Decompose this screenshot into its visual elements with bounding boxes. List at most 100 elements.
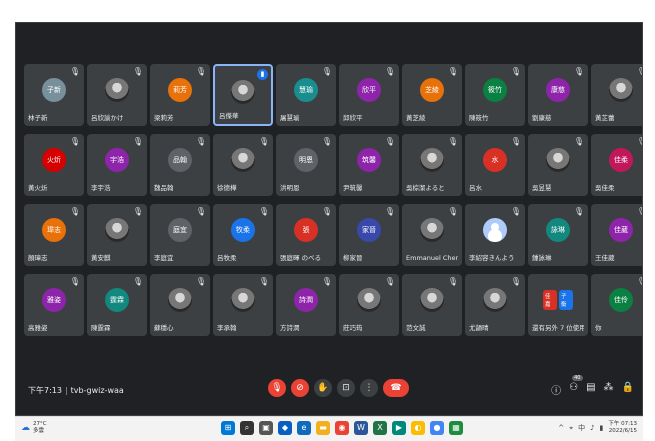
participant-name: 黃芷蕾 bbox=[595, 114, 615, 122]
participant-tile[interactable]: 佳嘉子衡還有另外 7 位使用者 bbox=[528, 274, 588, 336]
raise-hand-icon[interactable]: ✋ bbox=[314, 379, 332, 397]
info-icon[interactable]: ⓘ bbox=[551, 382, 561, 397]
participant-tile[interactable]: 🎙 家晉 柳家晉 bbox=[339, 204, 399, 266]
file-explorer-icon[interactable]: ▬ bbox=[316, 421, 330, 435]
present-icon[interactable]: ⊡ bbox=[337, 379, 355, 397]
participant-tile[interactable]: 🎙 佳伶你 bbox=[591, 274, 642, 336]
system-tray: ^ ⌖ 中 ♪ ▮ 下午 07:13 2022/6/15 bbox=[558, 421, 637, 435]
mic-muted-icon: 🎙 bbox=[321, 207, 332, 216]
mic-muted-icon: 🎙 bbox=[573, 67, 584, 76]
participant-tile[interactable]: 🎙 詩潤 方詩潤 bbox=[276, 274, 336, 336]
participant-tile[interactable]: 🎙 康慈 劉康慈 bbox=[528, 64, 588, 126]
language-icon[interactable]: 中 bbox=[578, 423, 585, 433]
avatar: 佳葳 bbox=[609, 218, 633, 242]
meet-icon[interactable]: ▶ bbox=[392, 421, 406, 435]
chrome-icon[interactable]: ◉ bbox=[335, 421, 349, 435]
app-icon[interactable]: ◐ bbox=[411, 421, 425, 435]
meeting-info: 下午7:13 | tvb-gwiz-waa bbox=[28, 385, 124, 396]
windows-start-icon[interactable]: ⊞ bbox=[221, 421, 235, 435]
host-controls-icon[interactable]: 🔒 bbox=[622, 382, 634, 397]
volume-icon[interactable]: ♪ bbox=[590, 424, 594, 432]
clock[interactable]: 下午 07:13 2022/6/15 bbox=[608, 421, 637, 435]
participant-tile[interactable]: 🎙 李紹容きんよう bbox=[465, 204, 525, 266]
participant-name: 尹筑馨 bbox=[343, 184, 363, 192]
participant-tile[interactable]: 🎙 吳棕潔よると bbox=[402, 134, 462, 196]
participant-tile[interactable]: 🎙 庭宜 李庭宜 bbox=[150, 204, 210, 266]
sheets-icon[interactable]: ▦ bbox=[449, 421, 463, 435]
widgets-icon[interactable]: ◆ bbox=[278, 421, 292, 435]
participant-tile[interactable]: 🎙 水呂水 bbox=[465, 134, 525, 196]
participant-tile[interactable]: 🎙 雅姿 高雅姿 bbox=[24, 274, 84, 336]
network-icon[interactable]: ⌖ bbox=[569, 424, 573, 433]
participant-tile[interactable]: 🎙 霆霖 陳霆霖 bbox=[87, 274, 147, 336]
participant-name: 顏瑋志 bbox=[28, 254, 48, 262]
participant-tile[interactable]: 🎙 欣平 邱欣平 bbox=[339, 64, 399, 126]
browser-icon[interactable]: ● bbox=[430, 421, 444, 435]
mic-muted-icon: 🎙 bbox=[132, 207, 143, 216]
search-icon[interactable]: ⌕ bbox=[240, 421, 254, 435]
avatar: 莉芳 bbox=[168, 78, 192, 102]
participant-tile[interactable]: 🎙 子新 林子新 bbox=[24, 64, 84, 126]
participant-tile[interactable]: 🎙 張張庭暉 のべる bbox=[276, 204, 336, 266]
mic-muted-icon: 🎙 bbox=[637, 207, 642, 216]
participant-tile[interactable]: 🎙 品翰 魏品翰 bbox=[150, 134, 210, 196]
avatar: 牧柔 bbox=[231, 218, 255, 242]
participant-tile[interactable]: 🎙 呂欣諭かけ bbox=[87, 64, 147, 126]
participant-tile[interactable]: 🎙 莉芳 梁莉芳 bbox=[150, 64, 210, 126]
end-call-icon[interactable]: ☎ bbox=[383, 379, 409, 397]
weather-widget[interactable]: ☁ 27°C 多雲 bbox=[21, 421, 47, 435]
chevron-up-icon[interactable]: ^ bbox=[558, 424, 564, 432]
avatar: 筑馨 bbox=[357, 148, 381, 172]
participant-tile[interactable]: 🎙 佳柔吳佳柔 bbox=[591, 134, 642, 196]
participant-tile[interactable]: 🎙 莊巧筠 bbox=[339, 274, 399, 336]
avatar-photo bbox=[483, 288, 507, 312]
battery-icon[interactable]: ▮ bbox=[600, 424, 604, 432]
activities-icon[interactable]: ⁂ bbox=[604, 382, 614, 397]
participant-name: 陳筱竹 bbox=[469, 114, 489, 122]
participant-tile[interactable]: 🎙 宇浩 李宇浩 bbox=[87, 134, 147, 196]
participant-tile[interactable]: 🎙 范文誠 bbox=[402, 274, 462, 336]
word-icon[interactable]: W bbox=[354, 421, 368, 435]
avatar: 筱竹 bbox=[483, 78, 507, 102]
avatar-photo bbox=[420, 288, 444, 312]
participant-tile[interactable]: 🎙 火炘 黃火炘 bbox=[24, 134, 84, 196]
mic-muted-icon: 🎙 bbox=[637, 67, 642, 76]
participant-tile[interactable]: 🎙 筑馨 尹筑馨 bbox=[339, 134, 399, 196]
participant-name: 黃安麒 bbox=[91, 254, 111, 262]
participant-tile[interactable]: 🎙 李承翰 bbox=[213, 274, 273, 336]
meet-window: 🎙 子新 林子新 🎙 呂欣諭かけ 🎙 莉芳 梁莉芳 ▮ 呂傑華 🎙 慧瑜 屠慧瑜 🎙 欣平 邱欣平 🎙 芝綾 黃芝綾… bbox=[15, 22, 643, 416]
participant-tile[interactable]: 🎙 瑋志 顏瑋志 bbox=[24, 204, 84, 266]
avatar-placeholder-icon bbox=[483, 218, 507, 242]
participant-tile[interactable]: 🎙 佳葳王佳葳 bbox=[591, 204, 642, 266]
participant-tile[interactable]: 🎙 黃芷蕾 bbox=[591, 64, 642, 126]
cloud-icon: ☁ bbox=[21, 423, 30, 433]
participant-tile[interactable]: 🎙 尤韻晴 bbox=[465, 274, 525, 336]
task-view-icon[interactable]: ▣ bbox=[259, 421, 273, 435]
participant-tile[interactable]: ▮ 呂傑華 bbox=[213, 64, 273, 126]
mic-muted-icon: 🎙 bbox=[637, 277, 642, 286]
chat-icon[interactable]: ▤ bbox=[586, 382, 595, 397]
participant-tile[interactable]: 🎙 牧柔 呂牧柔 bbox=[213, 204, 273, 266]
participant-tile[interactable]: 🎙 詠琳 鍾詠琳 bbox=[528, 204, 588, 266]
group-avatars: 佳嘉 子衡 bbox=[543, 290, 573, 310]
clock-time: 下午 07:13 bbox=[608, 421, 637, 427]
camera-off-icon[interactable]: ⊘ bbox=[291, 379, 309, 397]
participant-tile[interactable]: 🎙 吳昱慧 bbox=[528, 134, 588, 196]
participant-tile[interactable]: 🎙 Emmanuel Chen bbox=[402, 204, 462, 266]
avatar: 張 bbox=[294, 218, 318, 242]
meeting-code[interactable]: tvb-gwiz-waa bbox=[71, 386, 124, 395]
participant-tile[interactable]: 🎙 明恩 洪明恩 bbox=[276, 134, 336, 196]
participant-tile[interactable]: 🎙 筱竹 陳筱竹 bbox=[465, 64, 525, 126]
participant-tile[interactable]: 🎙 黃安麒 bbox=[87, 204, 147, 266]
edge-icon[interactable]: e bbox=[297, 421, 311, 435]
mic-muted-icon: 🎙 bbox=[195, 207, 206, 216]
participant-tile[interactable]: 🎙 徐德樺 bbox=[213, 134, 273, 196]
mic-off-icon[interactable]: 🎙 bbox=[268, 379, 286, 397]
participant-tile[interactable]: 🎙 芝綾 黃芝綾 bbox=[402, 64, 462, 126]
participant-tile[interactable]: 🎙 慧瑜 屠慧瑜 bbox=[276, 64, 336, 126]
weather-desc: 多雲 bbox=[33, 428, 45, 434]
more-icon[interactable]: ⋮ bbox=[360, 379, 378, 397]
participant-tile[interactable]: 🎙 蘇穩心 bbox=[150, 274, 210, 336]
excel-icon[interactable]: X bbox=[373, 421, 387, 435]
people-icon[interactable]: ⚇ 40 bbox=[569, 375, 583, 397]
